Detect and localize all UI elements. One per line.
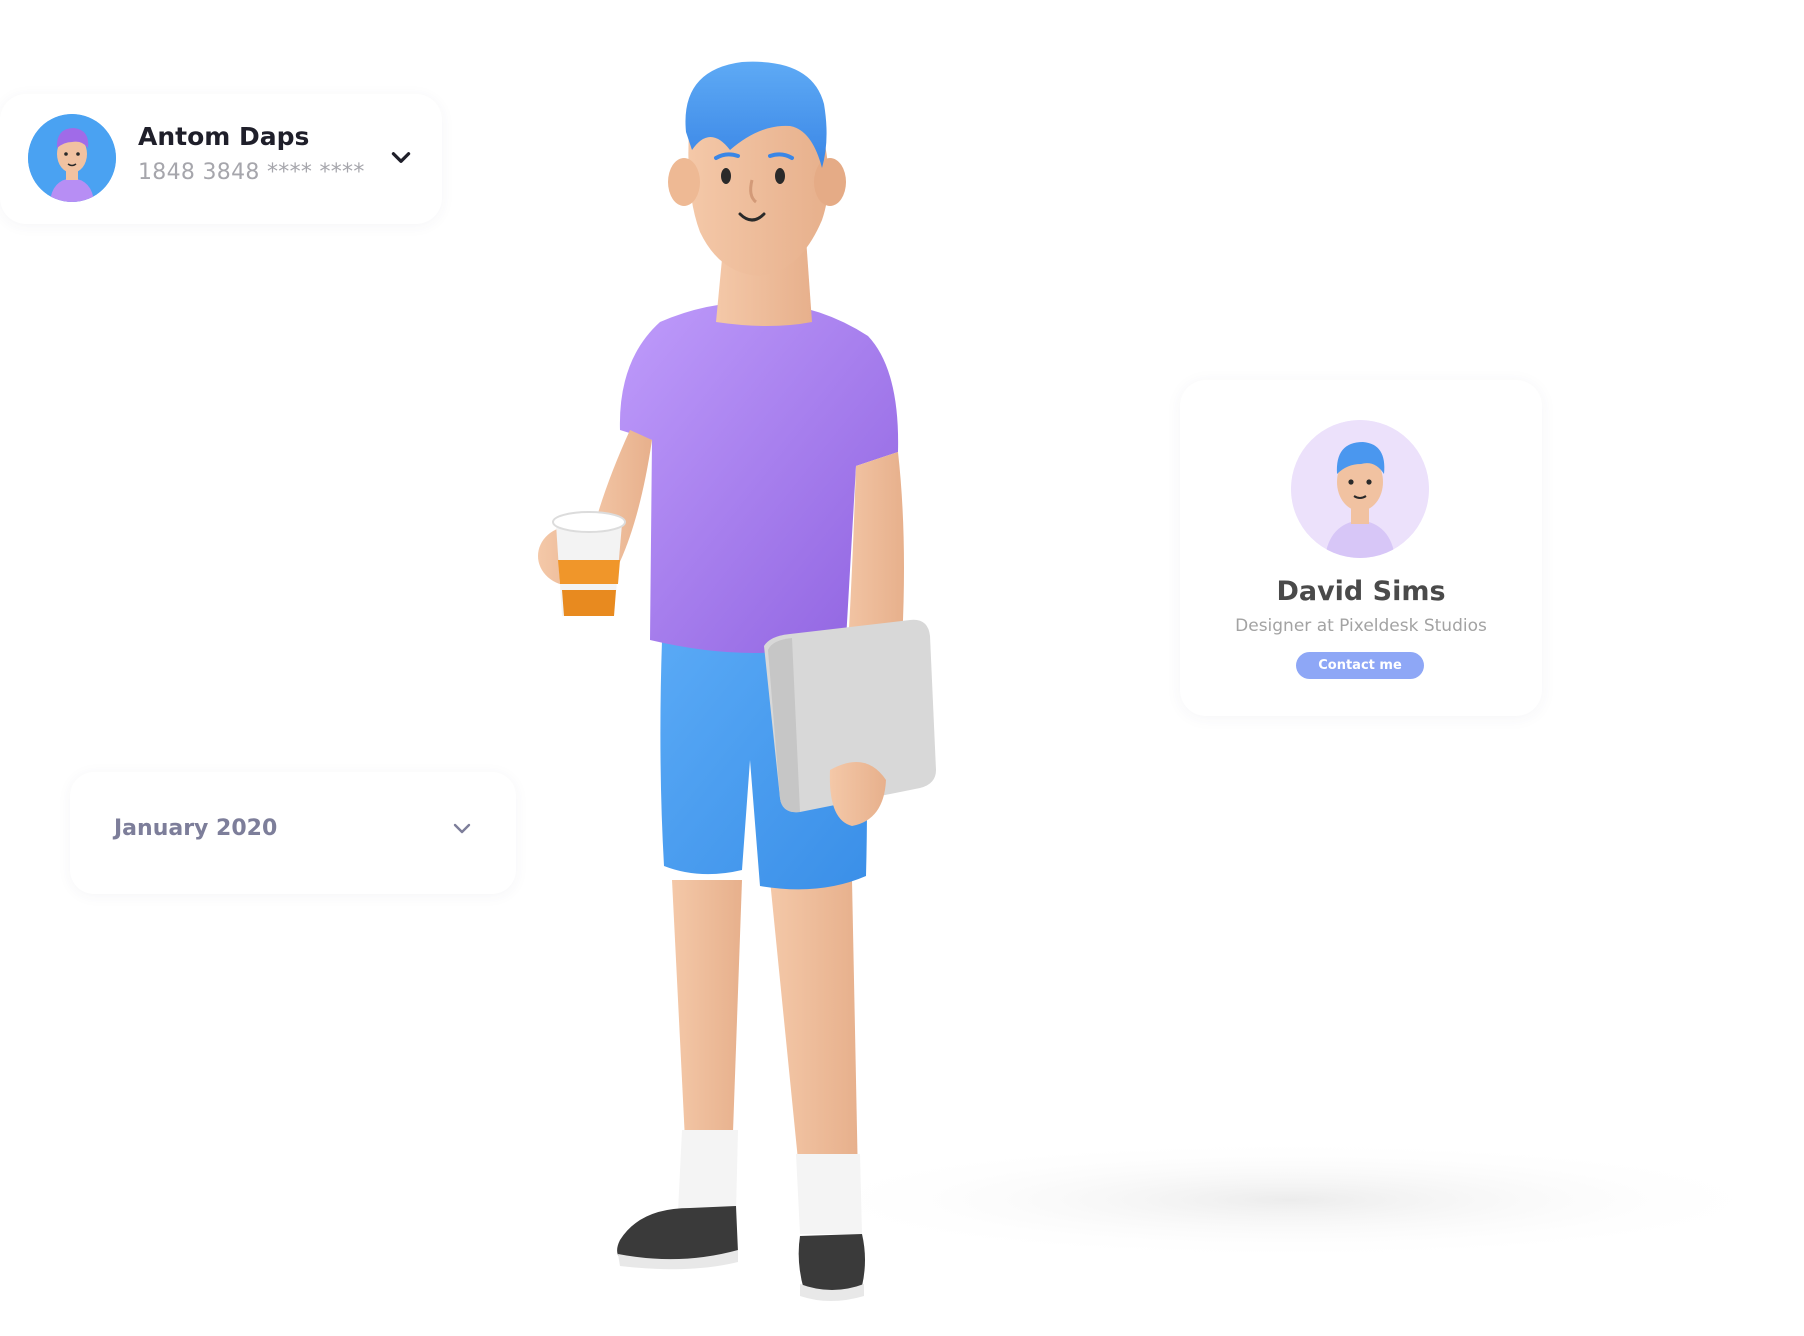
month-picker-value: January 2020 <box>114 816 278 841</box>
right-shoe <box>798 1234 865 1293</box>
left-shoe <box>617 1206 738 1263</box>
head <box>688 103 829 276</box>
profile-role: Designer at Pixeldesk Studios <box>1235 616 1487 636</box>
tablet-icon <box>764 619 936 813</box>
month-picker[interactable]: January 2020 <box>70 772 516 894</box>
profile-card: David Sims Designer at Pixeldesk Studios… <box>1180 380 1542 716</box>
account-card[interactable]: Antom Daps 1848 3848 **** **** <box>0 94 442 224</box>
shorts <box>660 630 867 890</box>
chevron-down-icon[interactable] <box>388 144 414 170</box>
right-leg <box>770 880 858 1180</box>
profile-avatar <box>1291 420 1429 558</box>
user-avatar <box>28 114 116 202</box>
shirt <box>619 301 899 653</box>
coffee-cup-icon <box>552 511 626 616</box>
account-name: Antom Daps <box>138 122 310 151</box>
floor-shadow <box>790 1140 1790 1260</box>
profile-name: David Sims <box>1276 576 1446 607</box>
chevron-down-icon[interactable] <box>450 816 474 840</box>
user-avatar-icon <box>28 114 116 202</box>
hair <box>685 61 827 168</box>
user-avatar-icon <box>1291 420 1429 558</box>
contact-me-button[interactable]: Contact me <box>1296 652 1424 679</box>
left-leg <box>672 880 742 1160</box>
account-card-number: 1848 3848 **** **** <box>138 160 365 185</box>
